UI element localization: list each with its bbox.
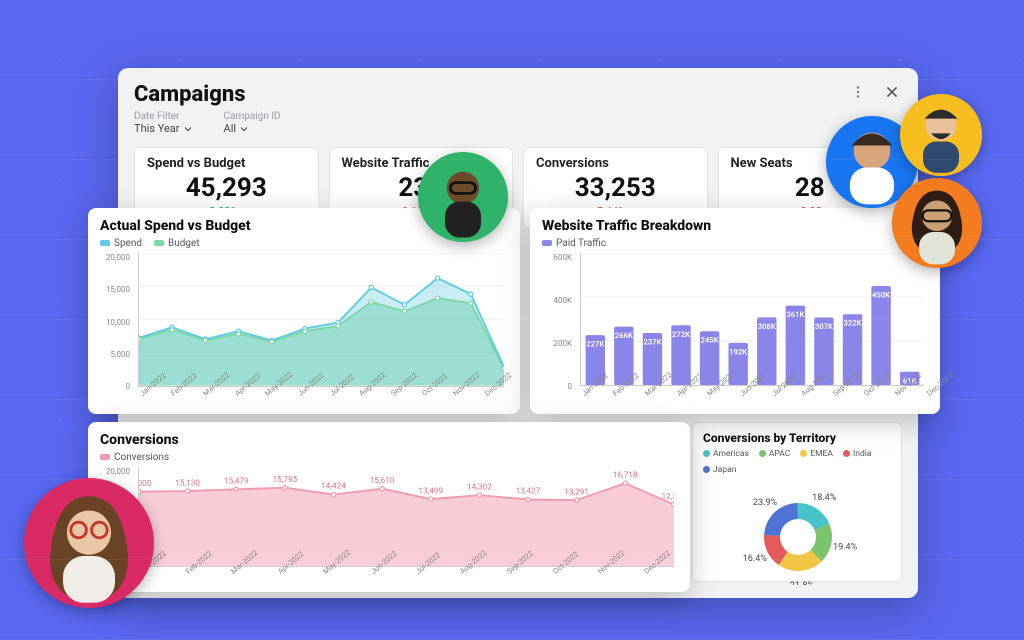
close-icon[interactable] (882, 82, 902, 102)
traffic-title: Website Traffic Breakdown (542, 218, 928, 234)
avatar (24, 478, 154, 608)
traffic-plot: 227K 266K 237K 272K 245K 192K 308K 361K 307K 322K… (580, 253, 924, 386)
traffic-chart: 600K400K200K0 227K 266K 237K 272K 245K 192K 30… (542, 253, 928, 409)
svg-text:450K: 450K (872, 291, 890, 300)
avatar (892, 178, 982, 268)
kpi-spend-title: Spend vs Budget (147, 156, 306, 171)
page-title: Campaigns (134, 82, 245, 107)
svg-text:322K: 322K (844, 319, 862, 328)
svg-text:192K: 192K (729, 347, 747, 356)
filter-campaign-text: All (224, 122, 237, 135)
territory-legend: Americas APAC EMEA India Japan (703, 449, 891, 475)
svg-text:15,130: 15,130 (175, 478, 200, 488)
chevron-down-icon (184, 125, 192, 133)
kpi-conv-title: Conversions (536, 156, 695, 171)
svg-text:15,000: 15,000 (138, 479, 152, 489)
svg-text:19.4%: 19.4% (833, 542, 858, 552)
svg-text:13,291: 13,291 (564, 487, 589, 497)
conv-xaxis: Jan-2022Feb-2022Mar-2022Apr-2022May-2022… (138, 569, 674, 589)
svg-text:16.4%: 16.4% (743, 554, 768, 564)
spend-plot (138, 253, 504, 387)
header-actions (848, 82, 902, 102)
avatar (900, 94, 982, 176)
avatar (418, 152, 508, 242)
svg-text:266K: 266K (615, 331, 633, 340)
filter-campaign-value[interactable]: All (224, 122, 281, 135)
filter-date-value[interactable]: This Year (134, 122, 192, 135)
svg-text:23.9%: 23.9% (753, 498, 778, 508)
filter-campaign[interactable]: Campaign ID All (224, 111, 281, 135)
kpi-conv-value: 33,253 (536, 173, 695, 203)
conv-chart: 20,0000 15,00015,13015,47915,79514,42415… (100, 467, 678, 587)
card-traffic[interactable]: Website Traffic Breakdown Paid Traffic 6… (530, 208, 940, 414)
panel-header: Campaigns (134, 82, 902, 107)
kebab-icon[interactable] (848, 82, 868, 102)
svg-text:361K: 361K (786, 310, 804, 319)
traffic-yaxis: 600K400K200K0 (542, 253, 576, 391)
svg-text:307K: 307K (815, 322, 833, 331)
svg-text:13,427: 13,427 (516, 487, 541, 497)
svg-text:272K: 272K (672, 330, 690, 339)
territory-title: Conversions by Territory (703, 431, 891, 445)
conv-plot: 15,000 15,130 15,479 15,795 14,424 15,610 13,4… (138, 467, 674, 567)
spend-chart: 20,00015,00010,0005,0000 Jan-2022Feb-202… (100, 253, 508, 409)
spend-legend: Spend Budget (100, 238, 508, 249)
svg-text:15,795: 15,795 (273, 475, 298, 485)
card-territory[interactable]: Conversions by Territory Americas APAC E… (692, 422, 902, 582)
svg-text:15,479: 15,479 (224, 477, 249, 487)
filter-date-label: Date Filter (134, 111, 192, 122)
chevron-down-icon (240, 125, 248, 133)
spend-yaxis: 20,00015,00010,0005,0000 (100, 253, 134, 391)
svg-text:227K: 227K (586, 340, 604, 349)
conv-legend: Conversions (100, 452, 678, 463)
svg-text:14,424: 14,424 (321, 482, 346, 492)
kpi-spend-value: 45,293 (147, 173, 306, 203)
svg-text:13,499: 13,499 (418, 486, 443, 496)
spend-xaxis: Jan-2022Feb-2022Mar-2022Apr-2022May-2022… (138, 391, 504, 411)
svg-text:245K: 245K (701, 336, 719, 345)
territory-donut: 18.4% 19.4% 21.8% 16.4% 23.9% (703, 475, 893, 585)
traffic-legend: Paid Traffic (542, 238, 928, 249)
svg-text:15,610: 15,610 (370, 476, 395, 486)
filter-date[interactable]: Date Filter This Year (134, 111, 192, 135)
card-conversions[interactable]: Conversions Conversions 20,0000 15,00015… (88, 422, 690, 592)
filter-date-text: This Year (134, 122, 180, 135)
filter-campaign-label: Campaign ID (224, 111, 281, 122)
svg-text:308K: 308K (758, 322, 776, 331)
svg-text:12,389: 12,389 (662, 492, 674, 502)
svg-text:16,718: 16,718 (613, 470, 638, 480)
traffic-xaxis: Jan-2022Feb-2022Mar-2022Apr-2022May-2022… (580, 391, 924, 411)
svg-text:237K: 237K (643, 337, 661, 346)
svg-text:21.8%: 21.8% (790, 581, 815, 585)
conv-title: Conversions (100, 432, 678, 448)
svg-text:14,302: 14,302 (467, 482, 492, 492)
svg-text:18.4%: 18.4% (812, 493, 837, 503)
filters: Date Filter This Year Campaign ID All (134, 111, 902, 135)
